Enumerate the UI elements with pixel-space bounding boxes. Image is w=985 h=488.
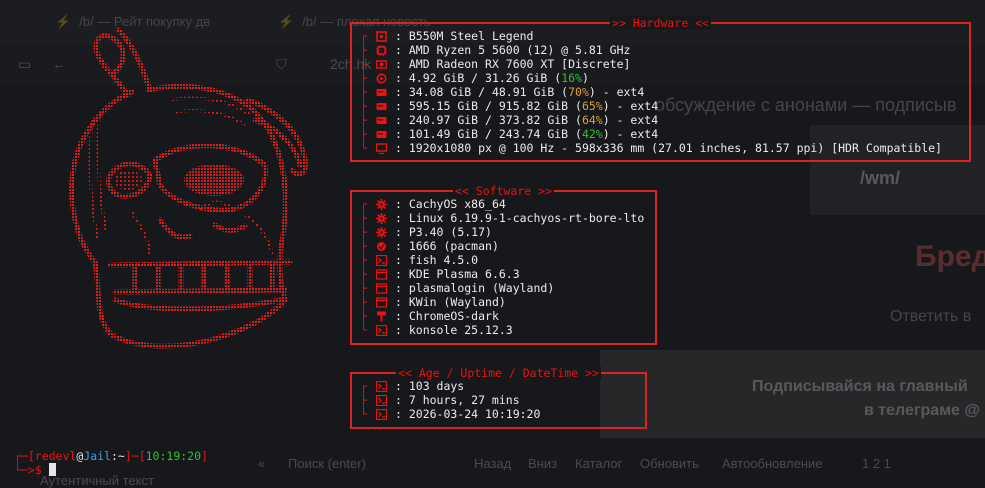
shell-prompt: ┌─[redevl@Jail:~]─[10:19:20] └─>$ bbox=[14, 449, 208, 477]
tree-branch-glyph: └ bbox=[360, 323, 367, 337]
search-input: Поиск (enter) bbox=[288, 456, 366, 471]
window-icon bbox=[375, 297, 388, 308]
hardware-value: : 595.15 GiB / 915.82 GiB (65%) - ext4 bbox=[395, 99, 659, 113]
gpu-icon bbox=[375, 59, 388, 70]
software-value: : CachyOS x86_64 bbox=[395, 197, 506, 211]
hardware-value: : AMD Ryzen 5 5600 (12) @ 5.81 GHz bbox=[395, 43, 631, 57]
tree-branch-glyph: ├ bbox=[360, 43, 367, 57]
hardware-value: : 4.92 GiB / 31.26 GiB (16%) bbox=[395, 71, 589, 85]
window-icon bbox=[375, 269, 388, 280]
usage-percent: 64% bbox=[581, 113, 603, 127]
software-value: : fish 4.5.0 bbox=[395, 253, 479, 267]
hardware-value: : 240.97 GiB / 373.82 GiB (64%) - ext4 bbox=[395, 113, 659, 127]
disk-icon bbox=[376, 101, 387, 112]
back-link: Назад bbox=[474, 456, 512, 471]
tree-branch-glyph: ├ bbox=[360, 393, 367, 407]
motherboard-icon bbox=[376, 31, 387, 42]
uptime-value: : 2026-03-24 10:19:20 bbox=[395, 407, 541, 421]
catalog-link: Каталог bbox=[575, 456, 623, 471]
prompt-time: 10:19:20 bbox=[145, 449, 202, 463]
text-cursor[interactable] bbox=[48, 463, 56, 476]
tree-branch-glyph: ├ bbox=[360, 309, 367, 323]
software-value: : plasmalogin (Wayland) bbox=[395, 281, 555, 295]
tree-branch-glyph: ├ bbox=[360, 267, 367, 281]
terminal-icon bbox=[375, 254, 388, 267]
tree-branch-glyph: └ bbox=[360, 407, 367, 421]
hardware-value: : 1920x1080 px @ 100 Hz - 598x336 mm (27… bbox=[395, 141, 942, 155]
hardware-value: : B550M Steel Legend bbox=[395, 29, 534, 43]
terminal-icon bbox=[375, 324, 388, 337]
usage-percent: 65% bbox=[581, 99, 603, 113]
tree-branch-glyph: ├ bbox=[360, 113, 367, 127]
terminal-icon bbox=[375, 380, 388, 393]
hardware-value: : 101.49 GiB / 243.74 GiB (42%) - ext4 bbox=[395, 127, 659, 141]
prompt-symbol: $ bbox=[34, 463, 42, 477]
tree-branch-glyph: ├ bbox=[360, 85, 367, 99]
prompt-line-2[interactable]: └─>$ bbox=[14, 463, 208, 477]
post-counts: 1 2 1 bbox=[862, 456, 891, 471]
tree-branch-glyph: ├ bbox=[360, 281, 367, 295]
tree-branch-glyph: ├ bbox=[360, 295, 367, 309]
disk-icon bbox=[376, 129, 387, 140]
cpu-icon bbox=[376, 45, 387, 56]
prompt-line-1: ┌─[redevl@Jail:~]─[10:19:20] bbox=[14, 449, 208, 463]
software-value: : konsole 25.12.3 bbox=[395, 323, 513, 337]
uptime-title: << Age / Uptime / DateTime >> bbox=[396, 366, 601, 380]
gear-icon bbox=[376, 213, 387, 224]
thread-title: Бред bbox=[915, 240, 985, 273]
usage-percent: 16% bbox=[561, 71, 582, 85]
tree-branch-glyph: ├ bbox=[360, 57, 367, 71]
tree-branch-glyph: ┌ bbox=[360, 29, 367, 43]
gear-icon bbox=[376, 227, 387, 238]
software-value: : KWin (Wayland) bbox=[395, 295, 506, 309]
board-badge: /wm/ bbox=[860, 168, 901, 188]
prompt-host: Jail bbox=[83, 449, 111, 463]
window-icon bbox=[375, 283, 388, 294]
tree-branch-glyph: ├ bbox=[360, 127, 367, 141]
software-value: : Linux 6.19.9-1-cachyos-rt-bore-lto bbox=[395, 211, 645, 225]
software-value: : KDE Plasma 6.6.3 bbox=[395, 267, 520, 281]
tree-branch-glyph: ┌ bbox=[360, 197, 367, 211]
chevron-left-icon: « bbox=[258, 456, 266, 471]
prompt-user: redevl bbox=[34, 449, 77, 463]
tree-branch-glyph: ├ bbox=[360, 99, 367, 113]
terminal-icon bbox=[375, 408, 388, 421]
gear-icon bbox=[376, 199, 387, 210]
software-value: : 1666 (pacman) bbox=[395, 239, 499, 253]
reply-label: Ответить в bbox=[890, 308, 972, 325]
banner-text-2: в телеграме @ bbox=[864, 402, 980, 419]
terminal-icon bbox=[375, 394, 388, 407]
hardware-value: : AMD Radeon RX 7600 XT [Discrete] bbox=[395, 57, 631, 71]
disk-icon bbox=[376, 87, 387, 98]
uptime-value: : 103 days bbox=[395, 379, 465, 393]
software-value: : P3.40 (5.17) bbox=[395, 225, 492, 239]
refresh-link: Обновить bbox=[640, 456, 699, 471]
software-value: : ChromeOS-dark bbox=[395, 309, 499, 323]
tree-branch-glyph: └ bbox=[360, 141, 367, 155]
hardware-title: >> Hardware << bbox=[610, 16, 711, 30]
monitor-icon bbox=[375, 143, 388, 155]
banner-text-1: Подписывайся на главный bbox=[752, 378, 968, 395]
tree-branch-glyph: ├ bbox=[360, 225, 367, 239]
tree-branch-glyph: ├ bbox=[360, 71, 367, 85]
uptime-value: : 7 hours, 27 mins bbox=[395, 393, 520, 407]
software-title: << Software >> bbox=[453, 184, 554, 198]
prompt-path: ~ bbox=[117, 449, 125, 463]
tree-branch-glyph: ┌ bbox=[360, 379, 367, 393]
disk-icon bbox=[376, 115, 387, 126]
tree-branch-glyph: ├ bbox=[360, 211, 367, 225]
tree-branch-glyph: ├ bbox=[360, 239, 367, 253]
hardware-value: : 34.08 GiB / 48.91 GiB (70%) - ext4 bbox=[395, 85, 645, 99]
skull-ascii-logo bbox=[69, 27, 308, 349]
bottom-link: Вниз bbox=[528, 456, 558, 471]
brush-icon bbox=[376, 311, 387, 322]
usage-percent: 42% bbox=[581, 127, 603, 141]
tree-branch-glyph: ├ bbox=[360, 253, 367, 267]
memory-icon bbox=[376, 73, 387, 84]
package-icon bbox=[376, 241, 387, 252]
autorefresh-checkbox: Автообновление bbox=[722, 456, 823, 471]
usage-percent: 70% bbox=[568, 85, 589, 99]
